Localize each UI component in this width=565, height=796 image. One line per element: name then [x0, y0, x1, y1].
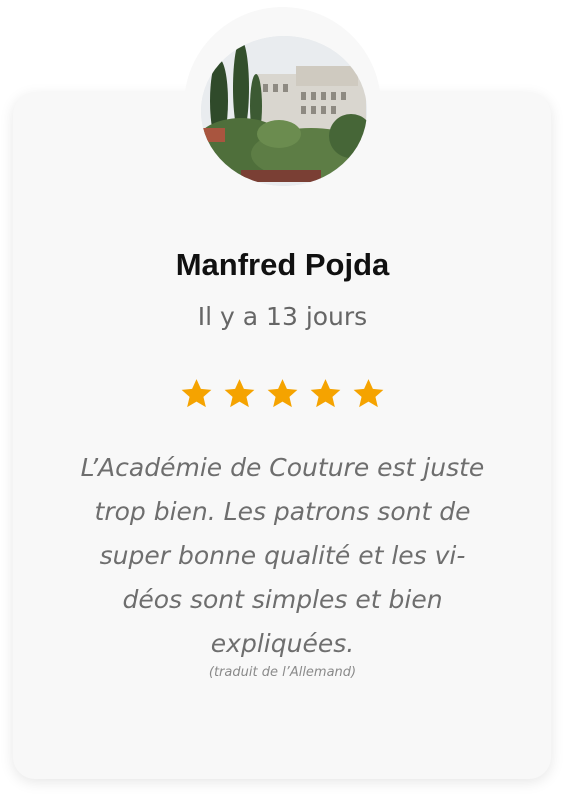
star-icon [224, 379, 255, 408]
star-icon [310, 379, 341, 408]
star-icon [353, 379, 384, 408]
star-icon [267, 379, 298, 408]
reviewer-name: Manfred Pojda [175, 247, 390, 282]
avatar-photo [201, 36, 367, 186]
star-rating [0, 377, 565, 411]
star-icon [181, 379, 212, 408]
translation-note: (traduit de l’Allemand) [208, 665, 357, 680]
review-text: L’Académie de Couture est juste trop bie… [80, 453, 485, 658]
avatar [201, 36, 367, 186]
review-date: Il y a 13 jours [197, 302, 368, 331]
